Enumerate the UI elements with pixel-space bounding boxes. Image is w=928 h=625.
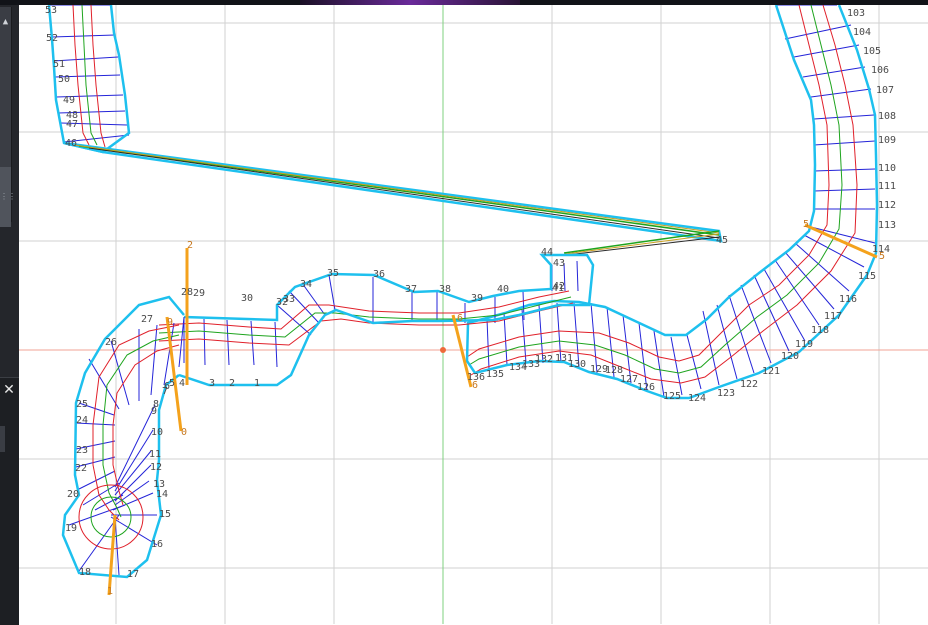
svg-text:39: 39 — [471, 293, 483, 304]
svg-text:27: 27 — [141, 314, 153, 325]
svg-text:2: 2 — [187, 240, 193, 251]
svg-text:113: 113 — [878, 220, 896, 231]
svg-text:47: 47 — [66, 119, 78, 130]
svg-text:0: 0 — [181, 427, 187, 438]
svg-text:5: 5 — [803, 219, 809, 230]
svg-text:22: 22 — [75, 463, 87, 474]
svg-text:4: 4 — [179, 378, 185, 389]
svg-text:14: 14 — [156, 489, 168, 500]
svg-text:9: 9 — [167, 317, 173, 328]
svg-text:118: 118 — [811, 325, 829, 336]
svg-text:119: 119 — [795, 339, 813, 350]
svg-text:111: 111 — [878, 181, 896, 192]
svg-text:1: 1 — [254, 378, 260, 389]
svg-text:37: 37 — [405, 284, 417, 295]
svg-text:105: 105 — [863, 46, 881, 57]
svg-text:20: 20 — [67, 489, 79, 500]
svg-text:23: 23 — [76, 445, 88, 456]
svg-text:117: 117 — [824, 311, 842, 322]
svg-text:46: 46 — [65, 138, 77, 149]
spawn-markers — [107, 223, 878, 596]
svg-text:121: 121 — [762, 366, 780, 377]
svg-text:44: 44 — [541, 247, 553, 258]
svg-text:129: 129 — [590, 364, 608, 375]
svg-text:28: 28 — [181, 287, 193, 298]
svg-text:18: 18 — [79, 567, 91, 578]
svg-text:25: 25 — [76, 399, 88, 410]
svg-text:124: 124 — [688, 393, 706, 404]
svg-text:134: 134 — [509, 362, 527, 373]
svg-text:34: 34 — [300, 279, 312, 290]
svg-text:103: 103 — [847, 8, 865, 19]
svg-text:5: 5 — [169, 378, 175, 389]
svg-text:51: 51 — [53, 59, 65, 70]
tool-strip: ▲ ⋮⋮ — [0, 7, 16, 227]
panel-grip-handle[interactable]: ⋮⋮ — [0, 167, 16, 227]
svg-text:112: 112 — [878, 200, 896, 211]
road-connector — [63, 141, 723, 256]
svg-text:116: 116 — [839, 294, 857, 305]
properties-panel: ✕ — [0, 377, 19, 625]
road-segment-loop — [61, 295, 185, 579]
left-panel: ▲ ⋮⋮ ✕ — [0, 5, 19, 625]
svg-text:6: 6 — [457, 313, 463, 324]
svg-text:109: 109 — [878, 135, 896, 146]
track-editor-viewport[interactable]: 53 52 51 50 49 48 47 46 103 104 105 106 … — [19, 5, 928, 624]
scroll-up-icon[interactable]: ▲ — [0, 15, 11, 29]
svg-text:3: 3 — [209, 378, 215, 389]
svg-text:2: 2 — [229, 378, 235, 389]
property-field[interactable] — [0, 426, 5, 452]
svg-text:125: 125 — [663, 391, 681, 402]
svg-text:126: 126 — [637, 382, 655, 393]
svg-text:13: 13 — [153, 479, 165, 490]
origin-point — [440, 347, 446, 353]
svg-text:135: 135 — [486, 369, 504, 380]
svg-text:50: 50 — [58, 74, 70, 85]
svg-text:19: 19 — [65, 523, 77, 534]
road-spline-canvas[interactable]: 53 52 51 50 49 48 47 46 103 104 105 106 … — [19, 5, 928, 624]
svg-text:17: 17 — [127, 569, 139, 580]
svg-text:53: 53 — [45, 5, 57, 16]
svg-text:122: 122 — [740, 379, 758, 390]
svg-text:131: 131 — [555, 353, 573, 364]
svg-text:38: 38 — [439, 284, 451, 295]
close-icon[interactable]: ✕ — [1, 382, 17, 398]
svg-text:36: 36 — [373, 269, 385, 280]
svg-text:11: 11 — [149, 449, 161, 460]
svg-text:6: 6 — [472, 380, 478, 391]
svg-text:26: 26 — [105, 337, 117, 348]
svg-text:15: 15 — [159, 509, 171, 520]
svg-text:5: 5 — [879, 251, 885, 262]
svg-text:43: 43 — [553, 258, 565, 269]
svg-text:104: 104 — [853, 27, 871, 38]
svg-text:16: 16 — [151, 539, 163, 550]
svg-text:120: 120 — [781, 351, 799, 362]
svg-text:8: 8 — [153, 399, 159, 410]
svg-text:52: 52 — [46, 33, 58, 44]
svg-text:32: 32 — [276, 297, 288, 308]
svg-text:45: 45 — [716, 235, 728, 246]
svg-text:49: 49 — [63, 95, 75, 106]
svg-text:29: 29 — [193, 288, 205, 299]
svg-text:35: 35 — [327, 268, 339, 279]
svg-text:110: 110 — [878, 163, 896, 174]
svg-text:10: 10 — [151, 427, 163, 438]
svg-text:123: 123 — [717, 388, 735, 399]
svg-text:115: 115 — [858, 271, 876, 282]
road-segment-right — [465, 5, 879, 400]
svg-text:24: 24 — [76, 415, 88, 426]
svg-text:30: 30 — [241, 293, 253, 304]
svg-text:106: 106 — [871, 65, 889, 76]
grip-icon: ⋮⋮ — [0, 192, 16, 201]
svg-text:12: 12 — [150, 462, 162, 473]
svg-text:1: 1 — [107, 586, 113, 597]
svg-text:107: 107 — [876, 85, 894, 96]
svg-text:108: 108 — [878, 111, 896, 122]
svg-text:41: 41 — [552, 283, 564, 294]
svg-text:40: 40 — [497, 284, 509, 295]
